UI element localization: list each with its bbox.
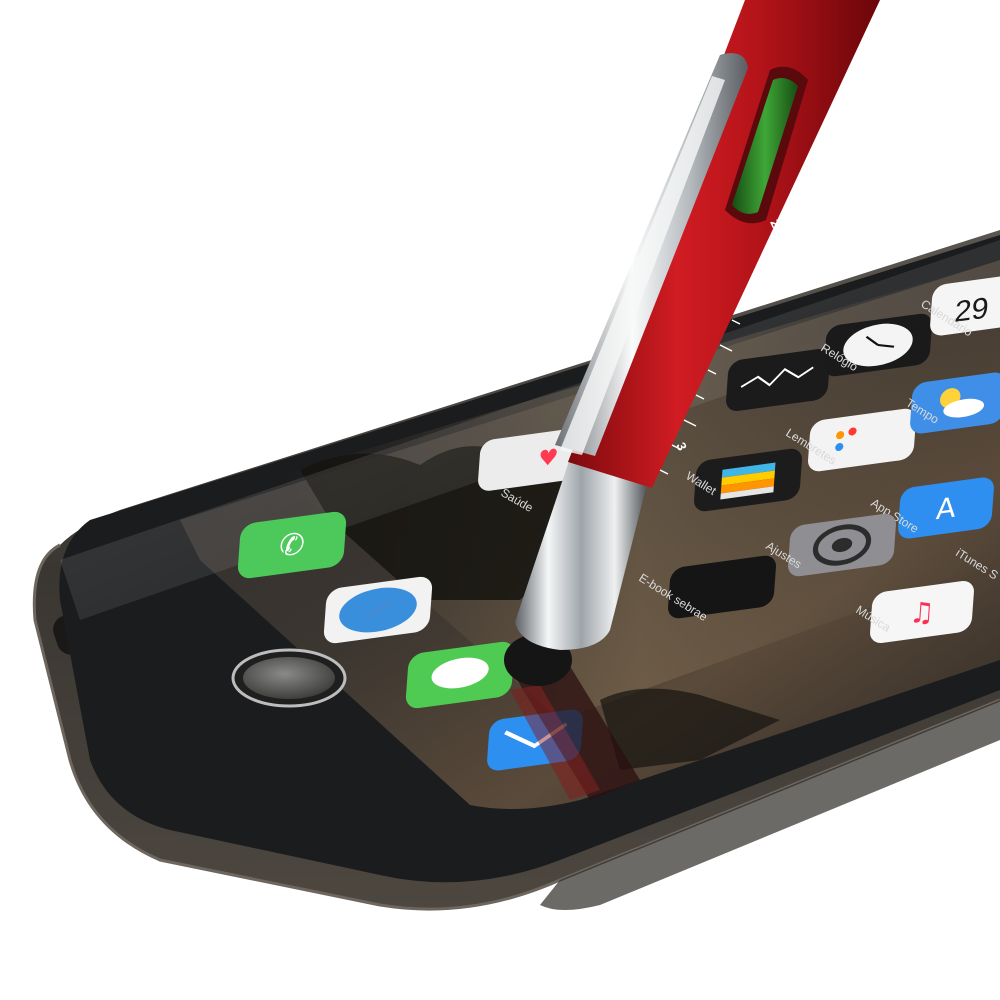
- svg-text:♫: ♫: [908, 595, 936, 631]
- svg-text:A: A: [935, 491, 957, 526]
- product-photo: ✆ ♥ Saúde E-book sebrae Relógio 29 Calen…: [32, 0, 1000, 911]
- svg-text:✆: ✆: [278, 527, 306, 565]
- svg-text:♥: ♥: [537, 444, 559, 472]
